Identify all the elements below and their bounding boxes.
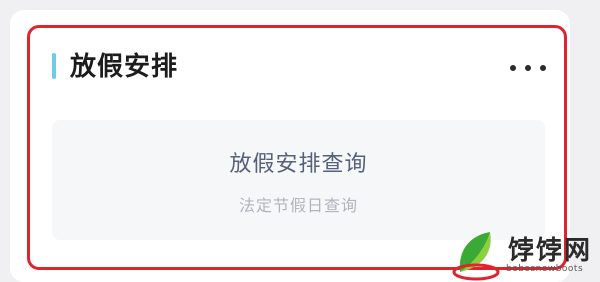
- watermark-brand: 饽饽网: [508, 236, 593, 266]
- card-header: 放假安排: [52, 50, 552, 84]
- more-options-icon[interactable]: [510, 56, 546, 80]
- leaf-logo-icon: [452, 232, 500, 281]
- holiday-query-tile[interactable]: 放假安排查询 法定节假日查询: [52, 120, 545, 240]
- dot: [525, 65, 531, 71]
- site-watermark: 饽饽网 bobosnowboots: [450, 226, 600, 282]
- dot: [510, 65, 516, 71]
- title-accent-bar: [52, 53, 56, 79]
- card-title: 放假安排: [70, 52, 179, 82]
- holiday-query-title: 放假安排查询: [229, 152, 368, 177]
- holiday-query-subtitle: 法定节假日查询: [238, 196, 358, 215]
- dot: [540, 65, 546, 71]
- watermark-domain: bobosnowboots: [506, 264, 584, 274]
